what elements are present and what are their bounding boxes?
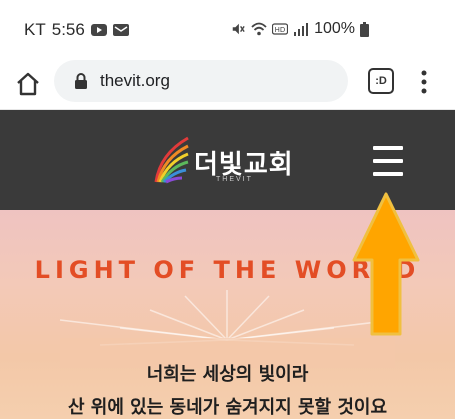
time-label: 5:56 (51, 20, 85, 39)
hd-icon: HD (272, 23, 289, 35)
hero-verse-line-1: 너희는 세상의 빛이라 (146, 364, 309, 385)
battery-percent: 100% (314, 20, 355, 37)
mail-icon (112, 24, 129, 36)
tab-switcher-button[interactable]: :D (368, 68, 394, 94)
carrier-label: KT (24, 20, 46, 39)
url-text: thevit.org (100, 71, 170, 90)
logo-subtext: THEVIT (216, 176, 253, 183)
status-bar: KT 5:56 HD 100% (0, 0, 455, 60)
url-bar[interactable]: thevit.org (54, 60, 348, 102)
status-left: KT 5:56 (24, 20, 129, 40)
menu-dots-icon[interactable] (418, 68, 430, 96)
youtube-icon (90, 24, 107, 36)
battery-icon (360, 21, 369, 37)
signal-icon (294, 23, 309, 36)
lock-icon (75, 73, 87, 89)
site-logo[interactable]: 더빛교회 THEVIT (150, 132, 300, 190)
home-icon[interactable] (14, 70, 42, 98)
up-arrow-icon (352, 192, 420, 336)
hamburger-icon[interactable] (373, 146, 403, 176)
svg-text:HD: HD (275, 26, 286, 34)
wifi-icon (251, 22, 267, 36)
wing-logo-icon (154, 136, 189, 184)
mute-icon (232, 23, 245, 35)
status-right: HD 100% (230, 20, 369, 38)
hero-verse-line-2: 산 위에 있는 동네가 숨겨지지 못할 것이요 (67, 397, 388, 418)
browser-toolbar: thevit.org :D (0, 60, 455, 110)
